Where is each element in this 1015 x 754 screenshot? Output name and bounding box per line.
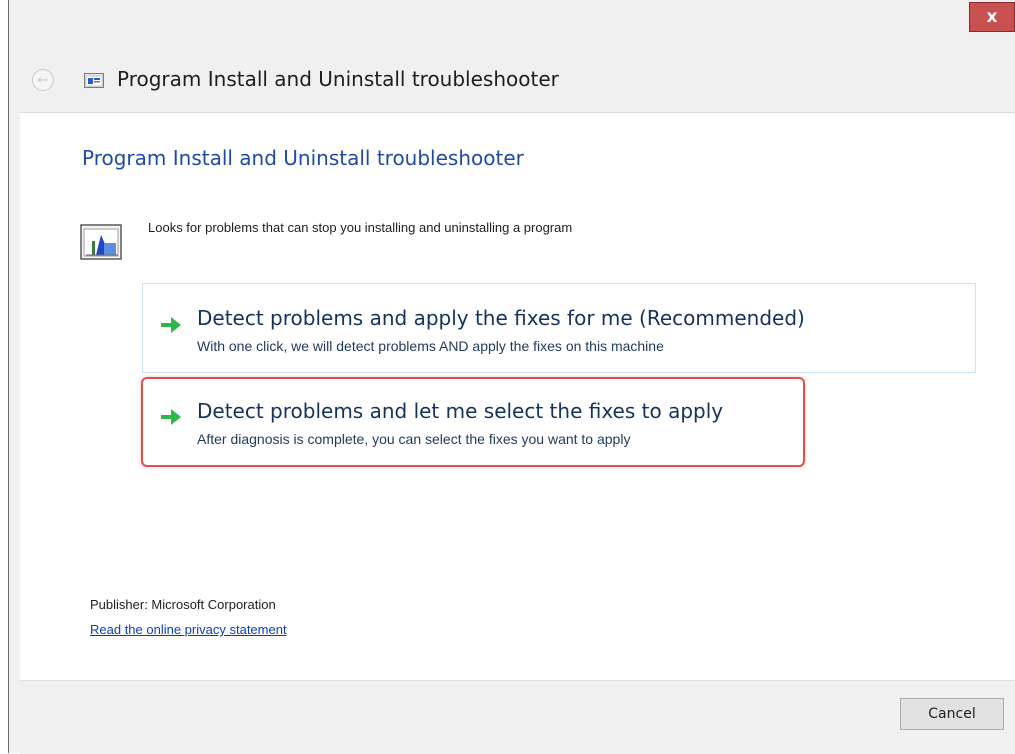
option-select-fixes-manually[interactable]: Detect problems and let me select the fi… xyxy=(141,377,805,467)
page-heading: Program Install and Uninstall troublesho… xyxy=(82,146,524,170)
cancel-button[interactable]: Cancel xyxy=(900,698,1004,730)
option-title: Detect problems and let me select the fi… xyxy=(197,399,724,423)
green-arrow-icon xyxy=(161,317,181,333)
option-apply-fixes-automatically[interactable]: Detect problems and apply the fixes for … xyxy=(142,283,976,373)
back-button[interactable]: ← xyxy=(32,69,54,91)
close-icon: x xyxy=(986,7,998,27)
option-title: Detect problems and apply the fixes for … xyxy=(197,306,805,330)
button-bar: Cancel xyxy=(20,680,1015,754)
close-button[interactable]: x xyxy=(969,2,1015,32)
window-title: Program Install and Uninstall troublesho… xyxy=(117,67,559,91)
option-subtitle: After diagnosis is complete, you can sel… xyxy=(197,431,631,447)
troubleshooter-window: x ← Program Install and Uninstall troubl… xyxy=(8,0,1015,754)
option-subtitle: With one click, we will detect problems … xyxy=(197,338,664,354)
privacy-statement-link[interactable]: Read the online privacy statement xyxy=(90,622,287,637)
back-arrow-icon: ← xyxy=(37,72,49,88)
publisher-info: Publisher: Microsoft Corporation xyxy=(90,597,276,612)
green-arrow-icon xyxy=(161,409,181,425)
window-frame-top xyxy=(9,0,1015,50)
troubleshooter-description: Looks for problems that can stop you ins… xyxy=(148,220,573,235)
main-content: Program Install and Uninstall troublesho… xyxy=(20,112,1015,681)
troubleshooter-app-icon xyxy=(84,73,104,88)
program-install-icon xyxy=(80,224,122,260)
